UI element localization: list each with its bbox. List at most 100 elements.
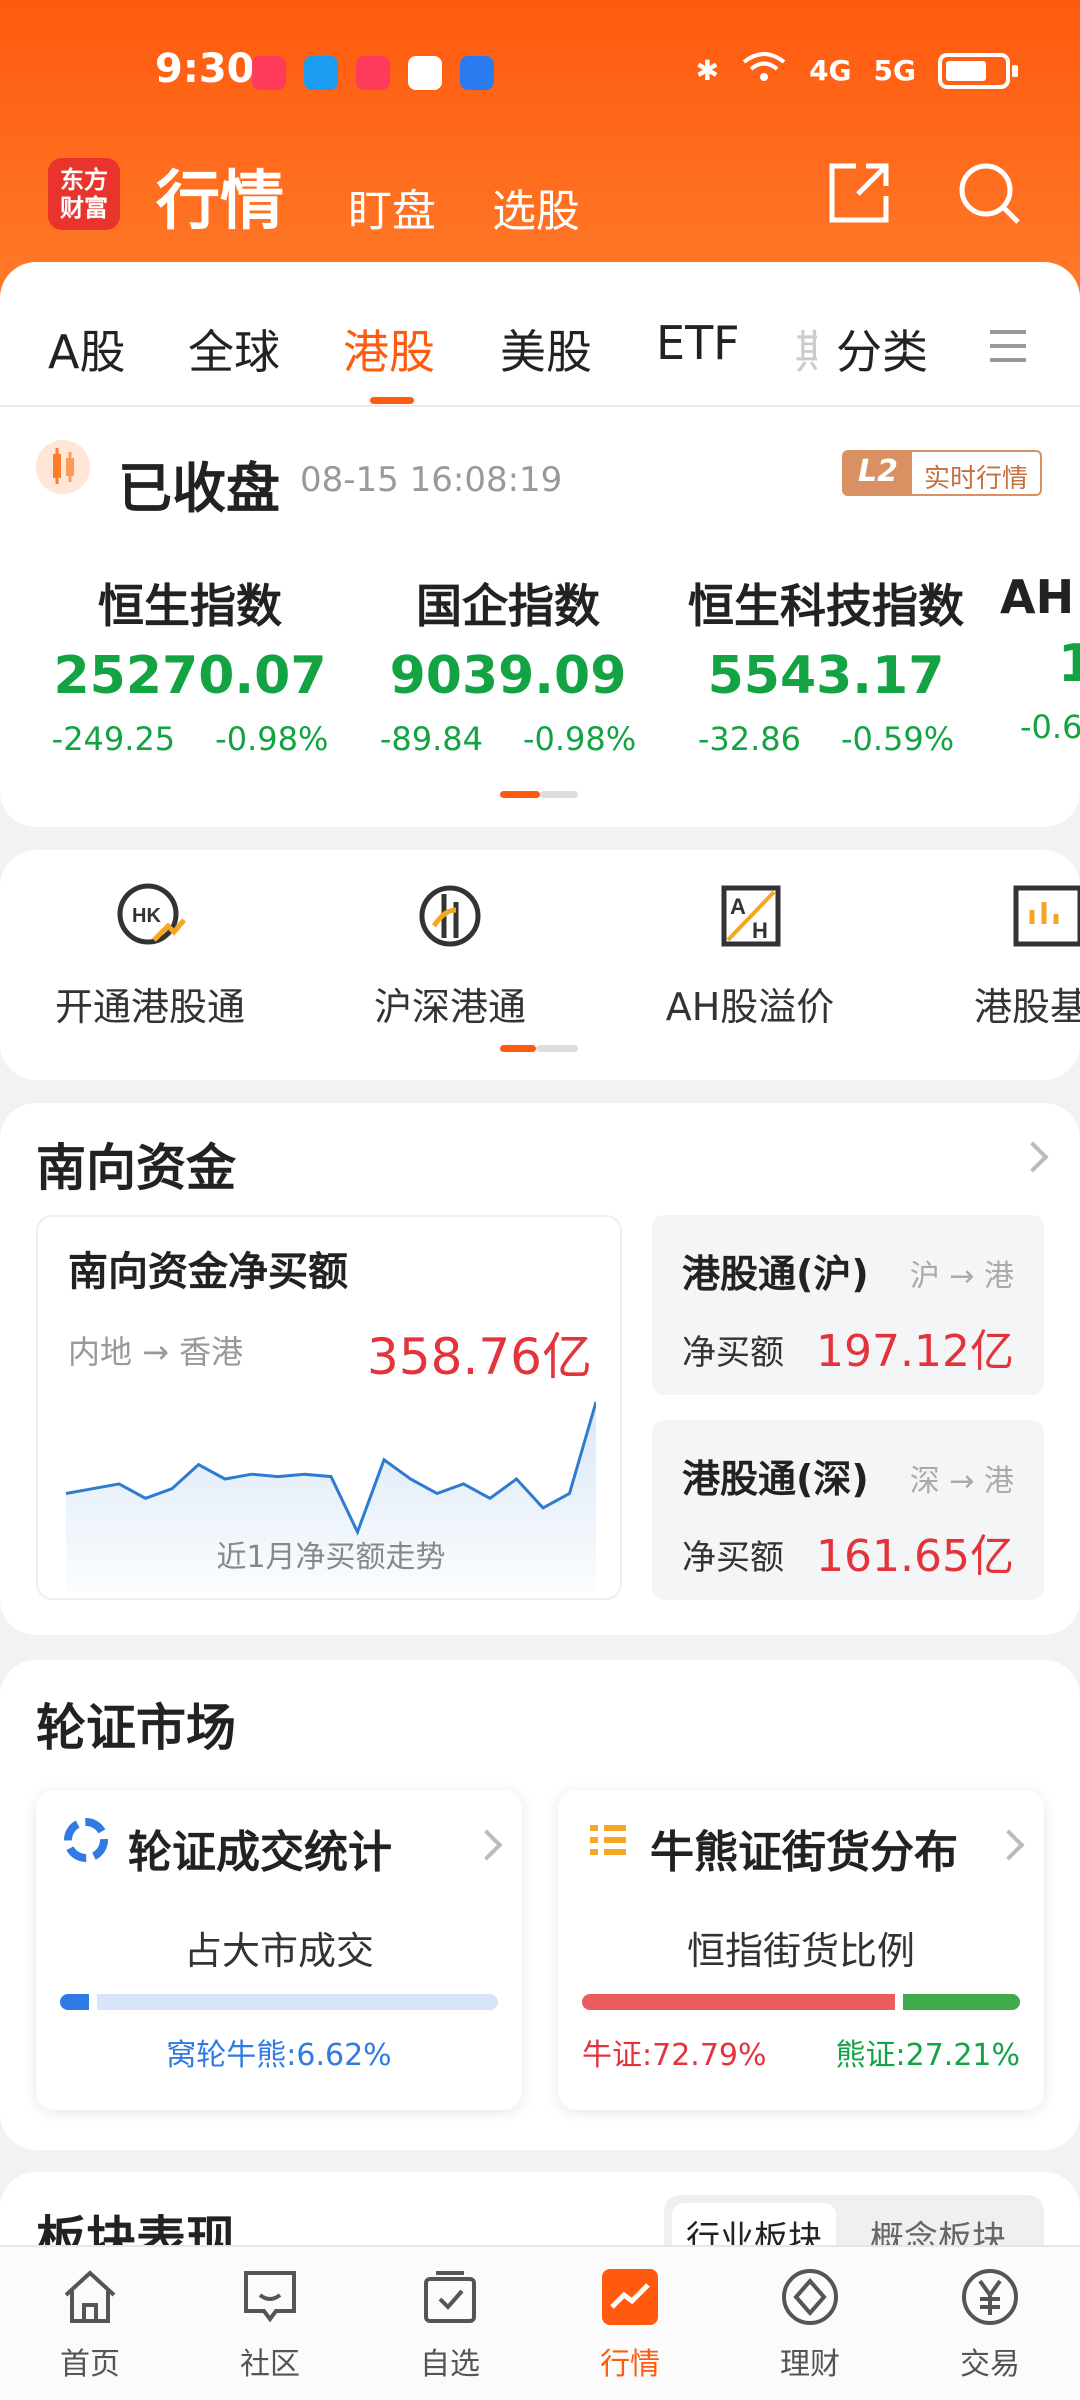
app-logo: 东方 财富 (48, 158, 120, 230)
nav-label: 行情 (600, 2347, 660, 2382)
notification-icon (356, 56, 390, 90)
wifi-icon (741, 50, 787, 91)
chevron-right-icon (471, 1829, 503, 1861)
connect-sh-card[interactable]: 港股通(沪) 沪 → 港 净买额 197.12亿 (652, 1215, 1044, 1395)
wealth-icon (782, 2269, 838, 2325)
checklist-icon (424, 2271, 476, 2323)
tab-a-share[interactable]: A股 (48, 316, 125, 382)
connect-sz-title: 港股通(深) (682, 1457, 869, 1501)
index-value: 5543.17 (707, 646, 945, 706)
shortcut-label: 港股基 (974, 985, 1080, 1029)
nav-label: 首页 (60, 2347, 120, 2382)
market-status: 已收盘 (118, 457, 280, 520)
nav-trade[interactable]: 交易 (900, 2267, 1080, 2383)
cbbc-bull-fill (582, 1994, 895, 2010)
cbbc-bull-label: 牛证:72.79% (582, 2038, 767, 2073)
menu-icon[interactable] (988, 326, 1028, 366)
l2-realtime-badge[interactable]: L2 实时行情 (841, 450, 1042, 496)
index-card[interactable]: 恒生指数 25270.07 -249.25 -0.98% (40, 570, 340, 758)
bluetooth-icon: ✱ (695, 54, 720, 87)
net-buy-title: 南向资金净买额 (68, 1249, 348, 1295)
pager-active (500, 1045, 536, 1052)
connect-sz-route: 深 → 港 (909, 1464, 1014, 1499)
nav-community[interactable]: 社区 (180, 2267, 360, 2383)
warrant-share-gap (88, 1994, 97, 2010)
nav-home[interactable]: 首页 (0, 2267, 180, 2383)
bottom-nav: 首页 社区 自选 行情 理财 交易 (0, 2245, 1080, 2400)
signal-4g: 4G (809, 54, 852, 87)
tab-etf[interactable]: ETF (656, 316, 740, 370)
trend-caption: 近1月净买额走势 (216, 1540, 446, 1575)
net-buy-route: 内地 → 香港 (68, 1333, 244, 1371)
notification-icon (408, 56, 442, 90)
index-name: 国企指数 (416, 579, 600, 633)
cbbc-gap (894, 1994, 903, 2010)
shortcut-label: 沪深港通 (373, 985, 526, 1029)
nav-label: 理财 (780, 2347, 840, 2382)
warrant-title: 轮证市场 (36, 1699, 236, 1757)
index-change: -32.86 (697, 720, 801, 758)
cbbc-distribution-card[interactable]: 牛熊证街货分布 恒指街货比例 牛证:72.79% 熊证:27.21% (558, 1790, 1044, 2110)
connect-sh-title: 港股通(沪) (682, 1252, 869, 1296)
warrant-stats-card[interactable]: 轮证成交统计 占大市成交 窝轮牛熊:6.62% (36, 1790, 522, 2110)
net-buy-card[interactable]: 南向资金净买额 内地 → 香港 358.76亿 近1月净买额走势 (36, 1215, 622, 1600)
index-name: 恒生指数 (98, 579, 282, 633)
warrant-share-label: 窝轮牛熊:6.62% (166, 2038, 392, 2073)
svg-text:A: A (730, 894, 746, 919)
cbbc-bear-label: 熊证:27.21% (835, 2038, 1021, 2073)
index-card[interactable]: 恒生科技指数 5543.17 -32.86 -0.59% (676, 570, 976, 758)
hk-connect-icon: HK (117, 883, 186, 945)
pager-active (500, 791, 540, 798)
l2-text: 实时行情 (923, 464, 1028, 494)
home-icon (64, 2270, 116, 2323)
signal-5g: 5G (873, 54, 916, 87)
share-icon[interactable] (826, 160, 892, 226)
cbbc-subtitle: 恒指街货比例 (686, 1929, 915, 1973)
shortcut-hk-fund[interactable]: 港股基 (960, 880, 1080, 1031)
index-pct: -0.98% (215, 720, 329, 758)
page-title: 行情 (156, 165, 284, 239)
connect-sh-route: 沪 → 港 (909, 1259, 1014, 1294)
notification-icon (252, 56, 286, 90)
tab-hk-stocks[interactable]: 港股 (343, 316, 435, 382)
index-pct: -0.98% (522, 720, 637, 758)
tab-global[interactable]: 全球 (188, 316, 280, 382)
pinwheel-icon (64, 1818, 108, 1862)
chat-icon (244, 2271, 296, 2323)
warrant-share-fill (60, 1994, 89, 2010)
index-card[interactable]: 国企指数 9039.09 -89.84 -0.98% (358, 570, 658, 758)
shortcut-connect[interactable]: 沪深港通 (300, 880, 600, 1031)
tab-futures[interactable]: 期 (795, 316, 817, 382)
candlestick-icon (36, 440, 90, 494)
southbound-title[interactable]: 南向资金 (36, 1128, 236, 1200)
tab-us-stocks[interactable]: 美股 (500, 316, 592, 382)
status-bar: 9:30 ✱ 4G 5G (0, 40, 1080, 110)
nav-watchlist[interactable]: 自选 (360, 2267, 540, 2383)
nav-market[interactable]: 行情 (540, 2267, 720, 2383)
active-tab-indicator (370, 397, 414, 404)
connect-sz-card[interactable]: 港股通(深) 深 → 港 净买额 161.65亿 (652, 1420, 1044, 1600)
warrant-stats-subtitle: 占大市成交 (183, 1929, 374, 1973)
index-value: 9039.09 (389, 646, 627, 706)
index-card[interactable]: AH 1 -0.6 (1000, 570, 1080, 746)
index-name: AH (1000, 570, 1075, 624)
market-timestamp: 08-15 16:08:19 (300, 460, 563, 500)
tab-stock-picker[interactable]: 选股 (492, 175, 580, 239)
shortcut-label: 开通港股通 (54, 985, 245, 1029)
cbbc-title: 牛熊证街货分布 (650, 1827, 958, 1878)
pager-track (536, 1045, 578, 1052)
shortcut-ah-premium[interactable]: A H AH股溢价 (600, 880, 900, 1031)
nav-label: 社区 (240, 2347, 300, 2382)
tab-watch[interactable]: 盯盘 (348, 175, 436, 239)
nav-wealth[interactable]: 理财 (720, 2267, 900, 2383)
shortcut-hk-connect[interactable]: HK 开通港股通 (0, 880, 300, 1031)
tab-category[interactable]: 分类 (836, 316, 928, 382)
ah-premium-icon: A H (721, 885, 781, 947)
search-icon[interactable] (956, 160, 1022, 226)
pager-track (540, 791, 578, 798)
index-pct: -0.59% (840, 720, 955, 758)
notification-icon (304, 56, 338, 90)
yuan-icon (962, 2269, 1018, 2325)
connect-icon (419, 885, 481, 947)
hk-fund-icon (1013, 885, 1080, 947)
